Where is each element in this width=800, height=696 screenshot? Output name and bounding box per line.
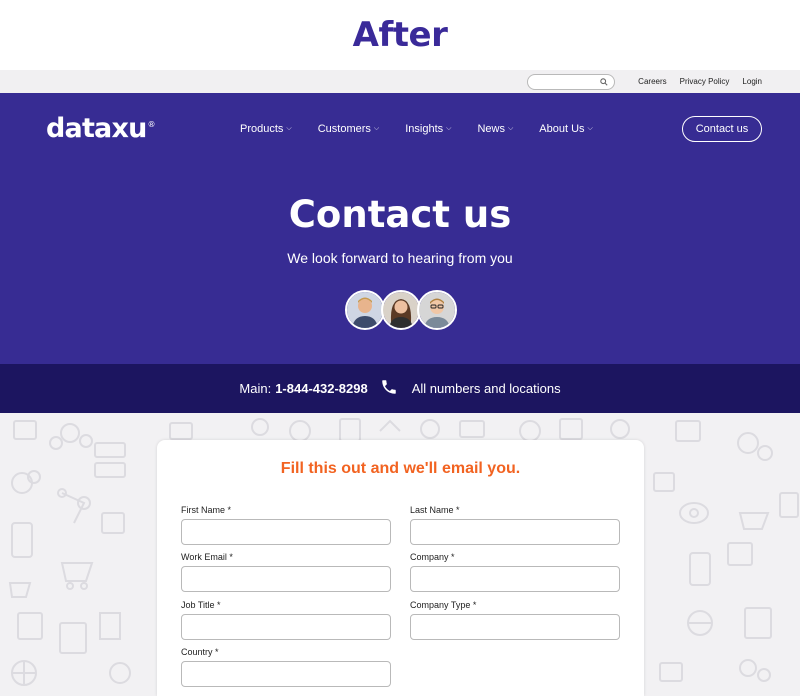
dataxu-logo[interactable]: dataxu® bbox=[46, 113, 156, 144]
work-email-field: Work Email * bbox=[181, 552, 391, 592]
avatar bbox=[381, 290, 421, 330]
search-input[interactable] bbox=[534, 74, 605, 89]
login-link[interactable]: Login bbox=[742, 77, 762, 86]
main-phone-number[interactable]: 1-844-432-8298 bbox=[275, 381, 368, 396]
last-name-field: Last Name * bbox=[410, 505, 620, 545]
avatar bbox=[417, 290, 457, 330]
privacy-policy-link[interactable]: Privacy Policy bbox=[680, 77, 730, 86]
country-input[interactable] bbox=[181, 661, 391, 687]
page-subtitle: We look forward to hearing from you bbox=[287, 250, 513, 266]
avatar bbox=[345, 290, 385, 330]
chevron-down-icon: ⌵ bbox=[446, 125, 452, 132]
job-title-field: Job Title * bbox=[181, 600, 391, 640]
team-avatars bbox=[345, 290, 457, 332]
company-type-label: Company Type * bbox=[410, 600, 477, 610]
nav-label: Products bbox=[240, 123, 284, 135]
after-caption: After bbox=[352, 15, 448, 55]
job-title-label: Job Title * bbox=[181, 600, 221, 610]
nav-label: Insights bbox=[405, 123, 444, 135]
nav-label: News bbox=[477, 123, 505, 135]
form-heading: Fill this out and we'll email you. bbox=[280, 460, 521, 477]
country-field: Country * bbox=[181, 647, 391, 687]
country-label: Country * bbox=[181, 647, 219, 657]
nav-customers[interactable]: Customers ⌵ bbox=[318, 123, 380, 135]
contact-us-button[interactable]: Contact us bbox=[682, 116, 762, 142]
nav-label: Customers bbox=[317, 123, 371, 135]
company-field: Company * bbox=[410, 552, 620, 592]
page-title: Contact us bbox=[288, 193, 512, 236]
main-label: Main: bbox=[239, 381, 272, 396]
company-input[interactable] bbox=[410, 566, 620, 592]
nav-label: About Us bbox=[539, 123, 585, 135]
phone-bar: Main: 1-844-432-8298 All numbers and loc… bbox=[0, 364, 800, 413]
first-name-field: First Name * bbox=[181, 505, 391, 545]
phone-icon bbox=[380, 378, 398, 399]
nav-news[interactable]: News ⌵ bbox=[477, 123, 513, 135]
company-type-field: Company Type * bbox=[410, 600, 620, 640]
company-label: Company * bbox=[410, 552, 455, 562]
first-name-input[interactable] bbox=[181, 519, 391, 545]
main-nav: Products ⌵ Customers ⌵ Insights ⌵ News ⌵ Abo… bbox=[240, 123, 619, 135]
chevron-down-icon: ⌵ bbox=[373, 125, 380, 132]
company-type-input[interactable] bbox=[410, 614, 620, 640]
first-name-label: First Name * bbox=[181, 505, 232, 515]
logo-text: dataxu bbox=[46, 113, 147, 144]
last-name-input[interactable] bbox=[410, 519, 620, 545]
chevron-down-icon: ⌵ bbox=[507, 125, 514, 132]
logo-registered-mark: ® bbox=[147, 120, 156, 129]
hero-section: dataxu® Products ⌵ Customers ⌵ Insights ⌵ N… bbox=[0, 93, 800, 364]
last-name-label: Last Name * bbox=[410, 505, 460, 515]
work-email-label: Work Email * bbox=[181, 552, 233, 562]
contact-form-card: Fill this out and we'll email you. First… bbox=[157, 440, 644, 696]
nav-insights[interactable]: Insights ⌵ bbox=[405, 123, 451, 135]
job-title-input[interactable] bbox=[181, 614, 391, 640]
nav-products[interactable]: Products ⌵ bbox=[240, 123, 292, 135]
careers-link[interactable]: Careers bbox=[638, 77, 666, 86]
chevron-down-icon: ⌵ bbox=[587, 125, 593, 132]
all-numbers-link[interactable]: All numbers and locations bbox=[412, 381, 561, 396]
nav-about-us[interactable]: About Us ⌵ bbox=[539, 123, 593, 135]
work-email-input[interactable] bbox=[181, 566, 391, 592]
chevron-down-icon: ⌵ bbox=[286, 125, 292, 132]
utility-bar: Careers Privacy Policy Login bbox=[0, 70, 800, 93]
search-icon[interactable] bbox=[600, 77, 608, 88]
search-box[interactable] bbox=[527, 73, 616, 90]
